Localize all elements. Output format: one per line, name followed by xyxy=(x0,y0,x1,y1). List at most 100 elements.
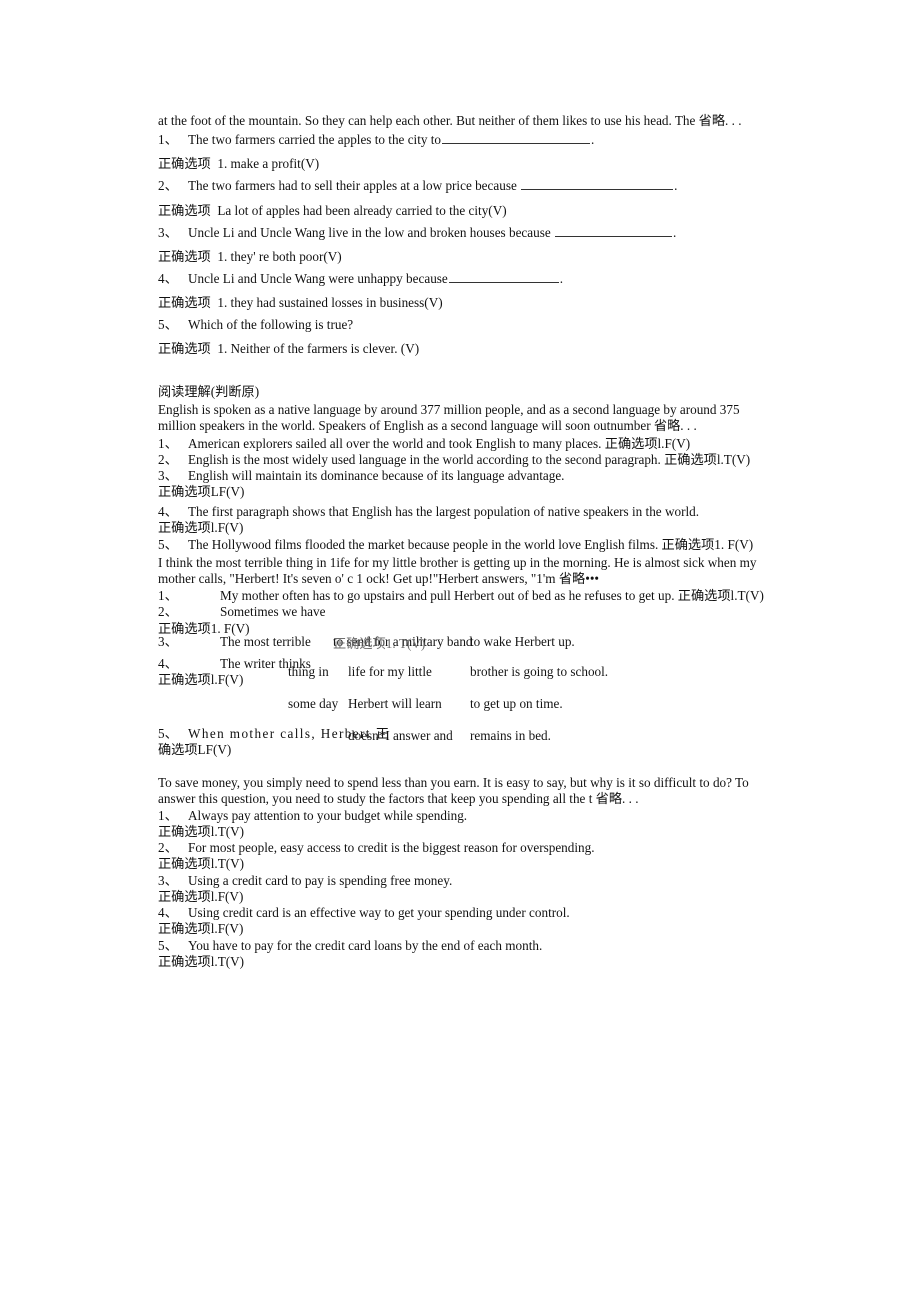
question-number: 1、 xyxy=(158,132,178,147)
item-number: 1、 xyxy=(158,436,178,451)
question-text: The two farmers carried the apples to th… xyxy=(188,132,442,147)
item-number: 3、 xyxy=(158,634,178,649)
section4-item-1: 1、 Always pay attention to your budget wh… xyxy=(158,808,467,823)
item-number: 2、 xyxy=(158,452,178,467)
item-text: Using credit card is an effective way to… xyxy=(188,905,570,920)
section1-answer-4: 正确选项 1. they had sustained losses in bus… xyxy=(158,295,443,310)
question-number: 4、 xyxy=(158,271,178,286)
section1-question-1: 1、 The two farmers carried the apples to … xyxy=(158,132,594,147)
section1-answer-1: 正确选项 1. make a profit(V) xyxy=(158,156,319,171)
section4-item-3: 3、 Using a credit card to pay is spending… xyxy=(158,873,452,888)
section2-passage-line-2: million speakers in the world. Speakers … xyxy=(158,418,697,433)
section1-lead-paragraph: at the foot of the mountain. So they can… xyxy=(158,113,742,128)
item-text: Using a credit card to pay is spending f… xyxy=(188,873,453,888)
item-text: My mother often has to go upstairs and p… xyxy=(220,588,764,603)
section2-heading: 阅读理解(判断原) xyxy=(158,384,260,399)
ghost-text-row3-col1: some day xyxy=(288,696,339,711)
document-page: at the foot of the mountain. So they can… xyxy=(0,0,920,1302)
item-number: 5、 xyxy=(158,726,178,741)
item-number: 2、 xyxy=(158,840,178,855)
ghost-text-row1-overlay: 正确选项1. T(V) xyxy=(333,636,426,651)
ghost-text-row4-col1: doesn*I answer and xyxy=(348,728,453,743)
section2-answer-3: 正确选项LF(V) xyxy=(158,484,245,499)
ghost-text-row2-col1: thing in xyxy=(288,664,329,679)
item-text: Always pay attention to your budget whil… xyxy=(188,808,468,823)
section2-answer-4: 正确选项l.F(V) xyxy=(158,520,244,535)
question-text: Uncle Li and Uncle Wang were unhappy bec… xyxy=(188,271,448,286)
section4-answer-3: 正确选项l.F(V) xyxy=(158,889,244,904)
item-number: 1、 xyxy=(158,588,178,603)
item-text: American explorers sailed all over the w… xyxy=(188,436,691,451)
section2-item-1: 1、 American explorers sailed all over the… xyxy=(158,436,690,451)
section4-answer-2: 正确选项l.T(V) xyxy=(158,856,245,871)
item-number: 2、 xyxy=(158,604,178,619)
section2-passage-line-1: English is spoken as a native language b… xyxy=(158,402,740,417)
question-number: 5、 xyxy=(158,317,178,332)
item-number: 3、 xyxy=(158,873,178,888)
ghost-text-row4-col3: remains in bed. xyxy=(470,728,551,743)
ghost-text-row2-col2: life for my little xyxy=(348,664,432,679)
section1-question-5: 5、 Which of the following is true? xyxy=(158,317,353,332)
section3-item-2: 2、 Sometimes we have xyxy=(158,604,325,619)
section1-answer-2: 正确选项 La lot of apples had been already c… xyxy=(158,203,507,218)
fill-in-blank[interactable] xyxy=(555,225,673,237)
item-text: The Hollywood films flooded the market b… xyxy=(188,537,754,552)
section1-question-4: 4、 Uncle Li and Uncle Wang were unhappy b… xyxy=(158,271,563,286)
item-text: English will maintain its dominance beca… xyxy=(188,468,565,483)
item-number: 5、 xyxy=(158,537,178,552)
answer-label: 正确选项 xyxy=(158,341,211,356)
item-text: The most terrible xyxy=(220,634,311,649)
section4-answer-4: 正确选项l.F(V) xyxy=(158,921,244,936)
section4-item-2: 2、 For most people, easy access to credit… xyxy=(158,840,595,855)
item-number: 4、 xyxy=(158,905,178,920)
item-text: The first paragraph shows that English h… xyxy=(188,504,700,519)
section4-answer-5: 正确选项l.T(V) xyxy=(158,954,245,969)
ghost-text-row3-col3: to get up on time. xyxy=(470,696,563,711)
answer-text: 1. they had sustained losses in business… xyxy=(217,295,443,310)
section2-item-5: 5、 The Hollywood films flooded the market… xyxy=(158,537,753,552)
item-text: Sometimes we have xyxy=(220,604,326,619)
fill-in-blank[interactable] xyxy=(442,132,591,144)
section4-answer-1: 正确选项l.T(V) xyxy=(158,824,245,839)
answer-label: 正确选项 xyxy=(158,295,211,310)
section3-passage-line-1: I think the most terrible thing in 1ife … xyxy=(158,555,757,570)
answer-label: 正确选项 xyxy=(158,203,211,218)
section1-answer-5: 正确选项 1. Neither of the farmers is clever… xyxy=(158,341,419,356)
answer-label: 正确选项 xyxy=(158,249,211,264)
section3-item-1: 1、 My mother often has to go upstairs and… xyxy=(158,588,764,603)
question-tail: . xyxy=(559,271,564,286)
item-number: 5、 xyxy=(158,938,178,953)
question-number: 2、 xyxy=(158,178,178,193)
question-tail: . xyxy=(674,178,678,193)
section4-passage-line-2: answer this question, you need to study … xyxy=(158,791,639,806)
answer-text: La lot of apples had been already carrie… xyxy=(217,203,507,218)
section3-passage-line-2: mother calls, "Herbert! It's seven o' c … xyxy=(158,571,600,586)
section4-item-4: 4、 Using credit card is an effective way … xyxy=(158,905,570,920)
ghost-text-row2-col3: brother is going to school. xyxy=(470,664,609,679)
answer-text: 1. they' re both poor(V) xyxy=(217,249,342,264)
section3-answer-5: 确选项LF(V) xyxy=(158,742,232,757)
item-number: 4、 xyxy=(158,656,178,671)
question-text: Which of the following is true? xyxy=(188,317,354,332)
item-text: You have to pay for the credit card loan… xyxy=(188,938,543,953)
section1-answer-3: 正确选项 1. they' re both poor(V) xyxy=(158,249,342,264)
answer-text: 1. Neither of the farmers is clever. (V) xyxy=(217,341,420,356)
item-text: For most people, easy access to credit i… xyxy=(188,840,595,855)
item-number: 1、 xyxy=(158,808,178,823)
section2-item-3: 3、 English will maintain its dominance be… xyxy=(158,468,564,483)
section2-item-4: 4、 The first paragraph shows that English… xyxy=(158,504,699,519)
fill-in-blank[interactable] xyxy=(521,178,674,190)
item-text: English is the most widely used language… xyxy=(188,452,751,467)
fill-in-blank[interactable] xyxy=(448,271,559,283)
answer-text: 1. make a profit(V) xyxy=(217,156,320,171)
ghost-text-row3-col2: Herbert will learn xyxy=(348,696,442,711)
question-number: 3、 xyxy=(158,225,178,240)
section4-item-5: 5、 You have to pay for the credit card lo… xyxy=(158,938,542,953)
item-number: 4、 xyxy=(158,504,178,519)
item-number: 3、 xyxy=(158,468,178,483)
question-text: The two farmers had to sell their apples… xyxy=(188,178,521,193)
question-text: Uncle Li and Uncle Wang live in the low … xyxy=(188,225,555,240)
question-tail: . xyxy=(591,132,595,147)
section1-question-2: 2、 The two farmers had to sell their appl… xyxy=(158,178,677,193)
section3-item-3: 3、 The most terrible xyxy=(158,634,311,649)
